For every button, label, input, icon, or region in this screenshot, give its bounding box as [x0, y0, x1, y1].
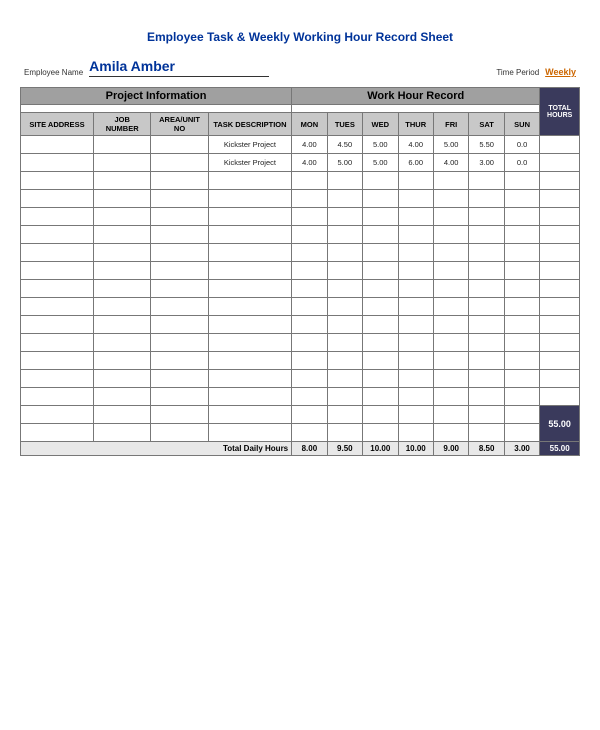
table-row	[21, 352, 580, 370]
table-row	[21, 316, 580, 334]
total-hours-value-cell: 55.00	[540, 406, 580, 442]
table-row	[21, 334, 580, 352]
col-thur: THUR	[398, 113, 433, 136]
table-row	[21, 208, 580, 226]
site-1	[21, 136, 94, 154]
total-daily-label: Total Daily Hours	[21, 442, 292, 456]
sun-2: 0.0	[504, 154, 539, 172]
total-2	[540, 154, 580, 172]
table-row	[21, 262, 580, 280]
main-table: Project Information Work Hour Record TOT…	[20, 87, 580, 456]
col-task-desc: TASK DESCRIPTION	[208, 113, 291, 136]
col-mon: MON	[292, 113, 327, 136]
col-job-number: JOB NUMBER	[94, 113, 151, 136]
section-header-row: Project Information Work Hour Record TOT…	[21, 88, 580, 105]
thur-2: 6.00	[398, 154, 433, 172]
employee-name-value: Amila Amber	[89, 58, 269, 77]
area-2	[151, 154, 208, 172]
mon-2: 4.00	[292, 154, 327, 172]
tues-1: 4.50	[327, 136, 362, 154]
thur-1: 4.00	[398, 136, 433, 154]
header-row: Employee Name Amila Amber Time Period We…	[20, 58, 580, 77]
col-sun: SUN	[504, 113, 539, 136]
wed-2: 5.00	[363, 154, 398, 172]
col-wed: WED	[363, 113, 398, 136]
table-row: Kickster Project 4.00 4.50 5.00 4.00 5.0…	[21, 136, 580, 154]
site-2	[21, 154, 94, 172]
table-row	[21, 172, 580, 190]
fri-1: 5.00	[433, 136, 468, 154]
employee-name-label: Employee Name	[24, 68, 83, 77]
wed-1: 5.00	[363, 136, 398, 154]
total-tues: 9.50	[327, 442, 362, 456]
tues-2: 5.00	[327, 154, 362, 172]
project-info-header: Project Information	[21, 88, 292, 105]
column-header-row: SITE ADDRESS JOB NUMBER AREA/UNIT NO TAS…	[21, 113, 580, 136]
col-sat: SAT	[469, 113, 504, 136]
table-row: 55.00	[21, 406, 580, 424]
task-1: Kickster Project	[208, 136, 291, 154]
table-row	[21, 370, 580, 388]
sat-2: 3.00	[469, 154, 504, 172]
table-row	[21, 244, 580, 262]
total-1	[540, 136, 580, 154]
task-2: Kickster Project	[208, 154, 291, 172]
col-tues: TUES	[327, 113, 362, 136]
area-1	[151, 136, 208, 154]
total-fri: 9.00	[433, 442, 468, 456]
table-row	[21, 226, 580, 244]
job-1	[94, 136, 151, 154]
total-hours-header: TOTAL HOURS	[540, 88, 580, 136]
total-sun: 3.00	[504, 442, 539, 456]
col-site-address: SITE ADDRESS	[21, 113, 94, 136]
table-row: Kickster Project 4.00 5.00 5.00 6.00 4.0…	[21, 154, 580, 172]
table-row	[21, 190, 580, 208]
page: Employee Task & Weekly Working Hour Reco…	[20, 20, 580, 456]
sat-1: 5.50	[469, 136, 504, 154]
mon-1: 4.00	[292, 136, 327, 154]
grand-total: 55.00	[540, 442, 580, 456]
time-period-label: Time Period	[496, 68, 539, 77]
total-daily-row: Total Daily Hours 8.00 9.50 10.00 10.00 …	[21, 442, 580, 456]
table-row	[21, 298, 580, 316]
fri-2: 4.00	[433, 154, 468, 172]
table-row	[21, 424, 580, 442]
spacer-row	[21, 105, 580, 113]
table-row	[21, 388, 580, 406]
total-thur: 10.00	[398, 442, 433, 456]
sun-1: 0.0	[504, 136, 539, 154]
total-mon: 8.00	[292, 442, 327, 456]
col-area-unit: AREA/UNIT NO	[151, 113, 208, 136]
work-hour-header: Work Hour Record	[292, 88, 540, 105]
total-sat: 8.50	[469, 442, 504, 456]
total-wed: 10.00	[363, 442, 398, 456]
col-fri: FRI	[433, 113, 468, 136]
table-row	[21, 280, 580, 298]
page-title: Employee Task & Weekly Working Hour Reco…	[20, 30, 580, 44]
job-2	[94, 154, 151, 172]
time-period-value: Weekly	[545, 67, 576, 77]
